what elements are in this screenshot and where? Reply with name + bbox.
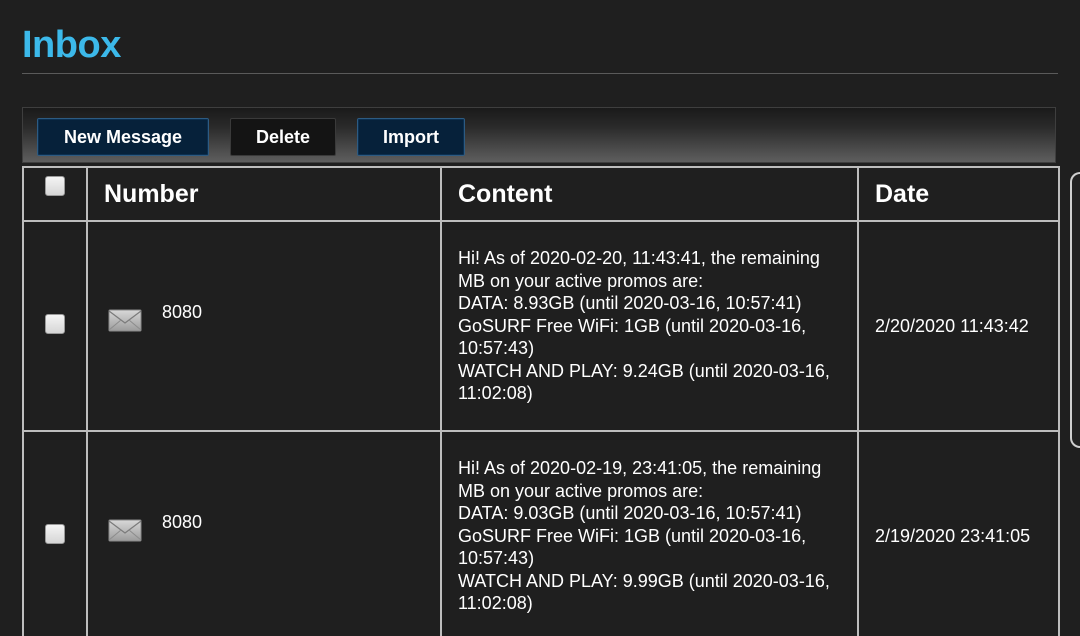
row-checkbox[interactable]	[44, 313, 65, 334]
content-line: GoSURF Free WiFi: 1GB (until 2020-03-16,	[458, 315, 807, 336]
content-line: MB on your active promos are:	[458, 270, 704, 291]
message-table: Number Content Date 8080 Hi! As of 2020-…	[22, 166, 1060, 636]
content-column-header[interactable]: Content	[440, 166, 859, 222]
row-select-cell	[22, 220, 88, 432]
table-row[interactable]: 8080 Hi! As of 2020-02-19, 23:41:05, the…	[22, 430, 1060, 636]
toolbar: New Message Delete Import	[22, 107, 1056, 163]
content-line: 11:02:08)	[458, 383, 533, 404]
content-line: GoSURF Free WiFi: 1GB (until 2020-03-16,	[458, 525, 807, 546]
content-line: Hi! As of 2020-02-20, 11:43:41, the rema…	[458, 248, 820, 269]
content-line: WATCH AND PLAY: 9.24GB (until 2020-03-16…	[458, 360, 830, 381]
envelope-icon	[108, 309, 142, 332]
content-line: Hi! As of 2020-02-19, 23:41:05, the rema…	[458, 458, 822, 479]
inbox-page: Inbox New Message Delete Import Number C…	[0, 0, 1080, 636]
content-line: 10:57:43)	[458, 548, 535, 569]
title-divider	[22, 73, 1058, 74]
delete-button[interactable]: Delete	[230, 118, 336, 156]
envelope-icon	[108, 519, 142, 542]
table-header-row: Number Content Date	[22, 166, 1060, 222]
new-message-button[interactable]: New Message	[37, 118, 209, 156]
select-all-header	[22, 166, 88, 222]
content-line: MB on your active promos are:	[458, 480, 704, 501]
row-select-cell	[22, 430, 88, 636]
date-column-header[interactable]: Date	[857, 166, 1060, 222]
number-column-header[interactable]: Number	[86, 166, 442, 222]
import-button[interactable]: Import	[357, 118, 465, 156]
scrollbar[interactable]	[1070, 172, 1080, 448]
table-row[interactable]: 8080 Hi! As of 2020-02-20, 11:43:41, the…	[22, 220, 1060, 432]
sender-number: 8080	[162, 302, 203, 322]
content-line: 11:02:08)	[458, 593, 533, 614]
number-cell: 8080	[86, 220, 442, 432]
date-cell: 2/20/2020 11:43:42	[857, 220, 1060, 432]
content-line: DATA: 9.03GB (until 2020-03-16, 10:57:41…	[458, 503, 802, 524]
row-checkbox[interactable]	[44, 523, 65, 544]
sender-number: 8080	[162, 512, 203, 532]
number-cell: 8080	[86, 430, 442, 636]
content-cell: Hi! As of 2020-02-20, 11:43:41, the rema…	[440, 220, 859, 432]
content-line: WATCH AND PLAY: 9.99GB (until 2020-03-16…	[458, 570, 830, 591]
select-all-checkbox[interactable]	[44, 175, 65, 196]
date-cell: 2/19/2020 23:41:05	[857, 430, 1060, 636]
page-title: Inbox	[22, 24, 121, 66]
content-cell: Hi! As of 2020-02-19, 23:41:05, the rema…	[440, 430, 859, 636]
content-line: 10:57:43)	[458, 338, 535, 359]
content-line: DATA: 8.93GB (until 2020-03-16, 10:57:41…	[458, 293, 802, 314]
